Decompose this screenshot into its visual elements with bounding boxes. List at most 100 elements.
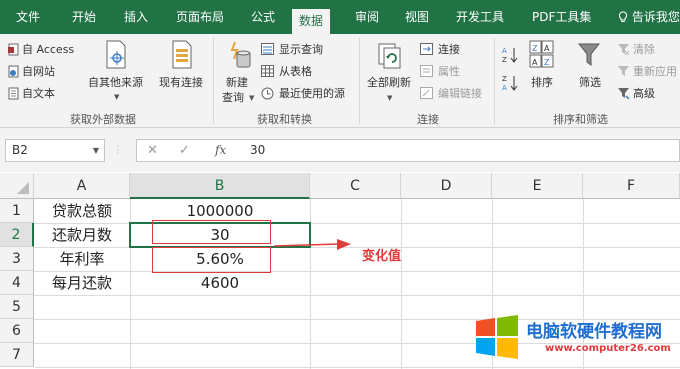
row-header-4[interactable]: 4	[0, 271, 34, 295]
tab-insert[interactable]: 插入	[124, 0, 148, 34]
tab-pdf-tools[interactable]: PDF工具集	[532, 0, 591, 34]
row-header-1[interactable]: 1	[0, 199, 34, 223]
refresh-icon	[378, 43, 401, 69]
cell-a4[interactable]: 每月还款	[34, 272, 130, 295]
column-header-a[interactable]: A	[34, 173, 130, 199]
svg-text:A: A	[502, 47, 507, 55]
annotation-label: 变化值	[362, 249, 402, 264]
lightbulb-icon	[618, 11, 628, 22]
cell-b4[interactable]: 4600	[130, 272, 310, 295]
highlight-box-rate	[152, 247, 271, 273]
svg-text:A: A	[532, 58, 538, 67]
clock-icon	[261, 87, 274, 100]
properties-icon	[420, 65, 433, 77]
ribbon-separator	[213, 38, 214, 124]
row-header-5[interactable]: 5	[0, 295, 34, 319]
new-query-label-line2: 查询	[222, 91, 244, 104]
formula-bar: B2 ▼ ⋮ ✕ ✓ fx 30	[0, 128, 680, 172]
clear-filter-icon	[618, 44, 630, 55]
tell-me-label: 告诉我您	[631, 10, 680, 24]
row-header-2[interactable]: 2	[0, 223, 34, 247]
ribbon-separator	[494, 38, 495, 124]
svg-text:Z: Z	[502, 56, 507, 64]
cell-a1[interactable]: 贷款总额	[34, 200, 130, 223]
svg-text:A: A	[502, 84, 507, 92]
formula-value: 30	[250, 143, 266, 157]
existing-connections-label: 现有连接	[159, 76, 203, 89]
from-web-label: 自网站	[22, 65, 55, 78]
chevron-down-icon: ▼	[387, 94, 393, 102]
from-table-label: 从表格	[279, 65, 312, 78]
reapply-icon	[618, 66, 629, 76]
tab-file[interactable]: 文件	[16, 0, 40, 34]
advanced-filter-icon	[618, 88, 630, 99]
access-icon	[8, 43, 19, 56]
ribbon: 自 Access 自网站 自文本 自其他来源 ▼ 现有连接 获取外部数据 新建 …	[0, 34, 680, 128]
annotation-arrow-icon	[273, 239, 351, 250]
other-sources-label: 自其他来源	[88, 76, 143, 89]
column-header-e[interactable]: E	[492, 173, 583, 199]
tab-developer[interactable]: 开发工具	[456, 0, 504, 34]
gridline	[401, 199, 402, 369]
filter-label: 筛选	[579, 76, 601, 89]
sort-descending-icon: ZA	[502, 75, 518, 92]
group-label-transform: 获取和转换	[257, 113, 312, 126]
select-all-triangle-icon	[17, 182, 29, 194]
row-header-3[interactable]: 3	[0, 247, 34, 271]
select-all-corner[interactable]	[0, 173, 34, 199]
refresh-all-label: 全部刷新	[367, 76, 411, 89]
fx-icon[interactable]: fx	[215, 139, 226, 162]
enter-icon[interactable]: ✓	[179, 139, 190, 162]
group-label-get-external: 获取外部数据	[70, 113, 136, 126]
column-header-f[interactable]: F	[583, 173, 680, 199]
from-access-label: 自 Access	[22, 43, 75, 56]
tab-page-layout[interactable]: 页面布局	[176, 0, 224, 34]
sort-label: 排序	[531, 76, 553, 89]
edit-links-icon	[420, 87, 433, 99]
sort-icon: Z AA Z	[529, 40, 554, 68]
recent-sources-label: 最近使用的源	[279, 87, 345, 100]
from-text-label: 自文本	[22, 87, 55, 100]
worksheet-grid: A B C D E F 1 2 3 4 5 6 7 贷款总额 1000000 还…	[0, 172, 680, 369]
menu-bar: 文件 开始 插入 页面布局 公式 数据 审阅 视图 开发工具 PDF工具集 告诉…	[0, 0, 680, 34]
show-queries-icon	[261, 43, 274, 55]
existing-connections-icon	[172, 40, 192, 69]
table-icon	[261, 65, 274, 77]
column-header-b[interactable]: B	[130, 173, 310, 199]
row-header-6[interactable]: 6	[0, 319, 34, 343]
name-box-value: B2	[12, 143, 28, 157]
show-queries-label: 显示查询	[279, 43, 323, 56]
column-header-d[interactable]: D	[401, 173, 492, 199]
reapply-label: 重新应用	[633, 65, 677, 78]
edit-links-label: 编辑链接	[438, 87, 482, 100]
ribbon-separator	[359, 38, 360, 124]
new-query-label-line1: 新建	[226, 76, 248, 89]
tab-view[interactable]: 视图	[405, 0, 429, 34]
web-icon	[8, 65, 19, 78]
column-header-c[interactable]: C	[310, 173, 401, 199]
watermark-url: www.computer26.com	[545, 343, 671, 354]
advanced-label: 高级	[633, 87, 655, 100]
tab-home[interactable]: 开始	[72, 0, 96, 34]
grip-dots-icon: ⋮	[113, 145, 123, 156]
new-query-icon	[230, 41, 251, 68]
group-label-connections: 连接	[417, 113, 439, 126]
tell-me[interactable]: 告诉我您	[618, 0, 680, 34]
watermark-title: 电脑软硬件教程网	[526, 322, 662, 342]
text-file-icon	[8, 87, 19, 100]
tab-formulas[interactable]: 公式	[251, 0, 275, 34]
cell-a3[interactable]: 年利率	[34, 248, 130, 271]
filter-funnel-icon	[578, 43, 600, 66]
chevron-down-icon: ▼	[249, 94, 255, 102]
name-box[interactable]: B2 ▼	[5, 139, 105, 162]
svg-text:A: A	[544, 44, 550, 53]
tab-review[interactable]: 审阅	[355, 0, 379, 34]
tab-data[interactable]: 数据	[292, 9, 331, 34]
cell-a2[interactable]: 还款月数	[34, 224, 130, 247]
chevron-down-icon[interactable]: ▼	[93, 140, 99, 161]
cancel-icon[interactable]: ✕	[147, 139, 158, 162]
windows-logo-icon	[476, 315, 518, 359]
clear-label: 清除	[633, 43, 655, 56]
sort-ascending-icon: AZ	[502, 47, 518, 64]
row-header-7[interactable]: 7	[0, 343, 34, 367]
